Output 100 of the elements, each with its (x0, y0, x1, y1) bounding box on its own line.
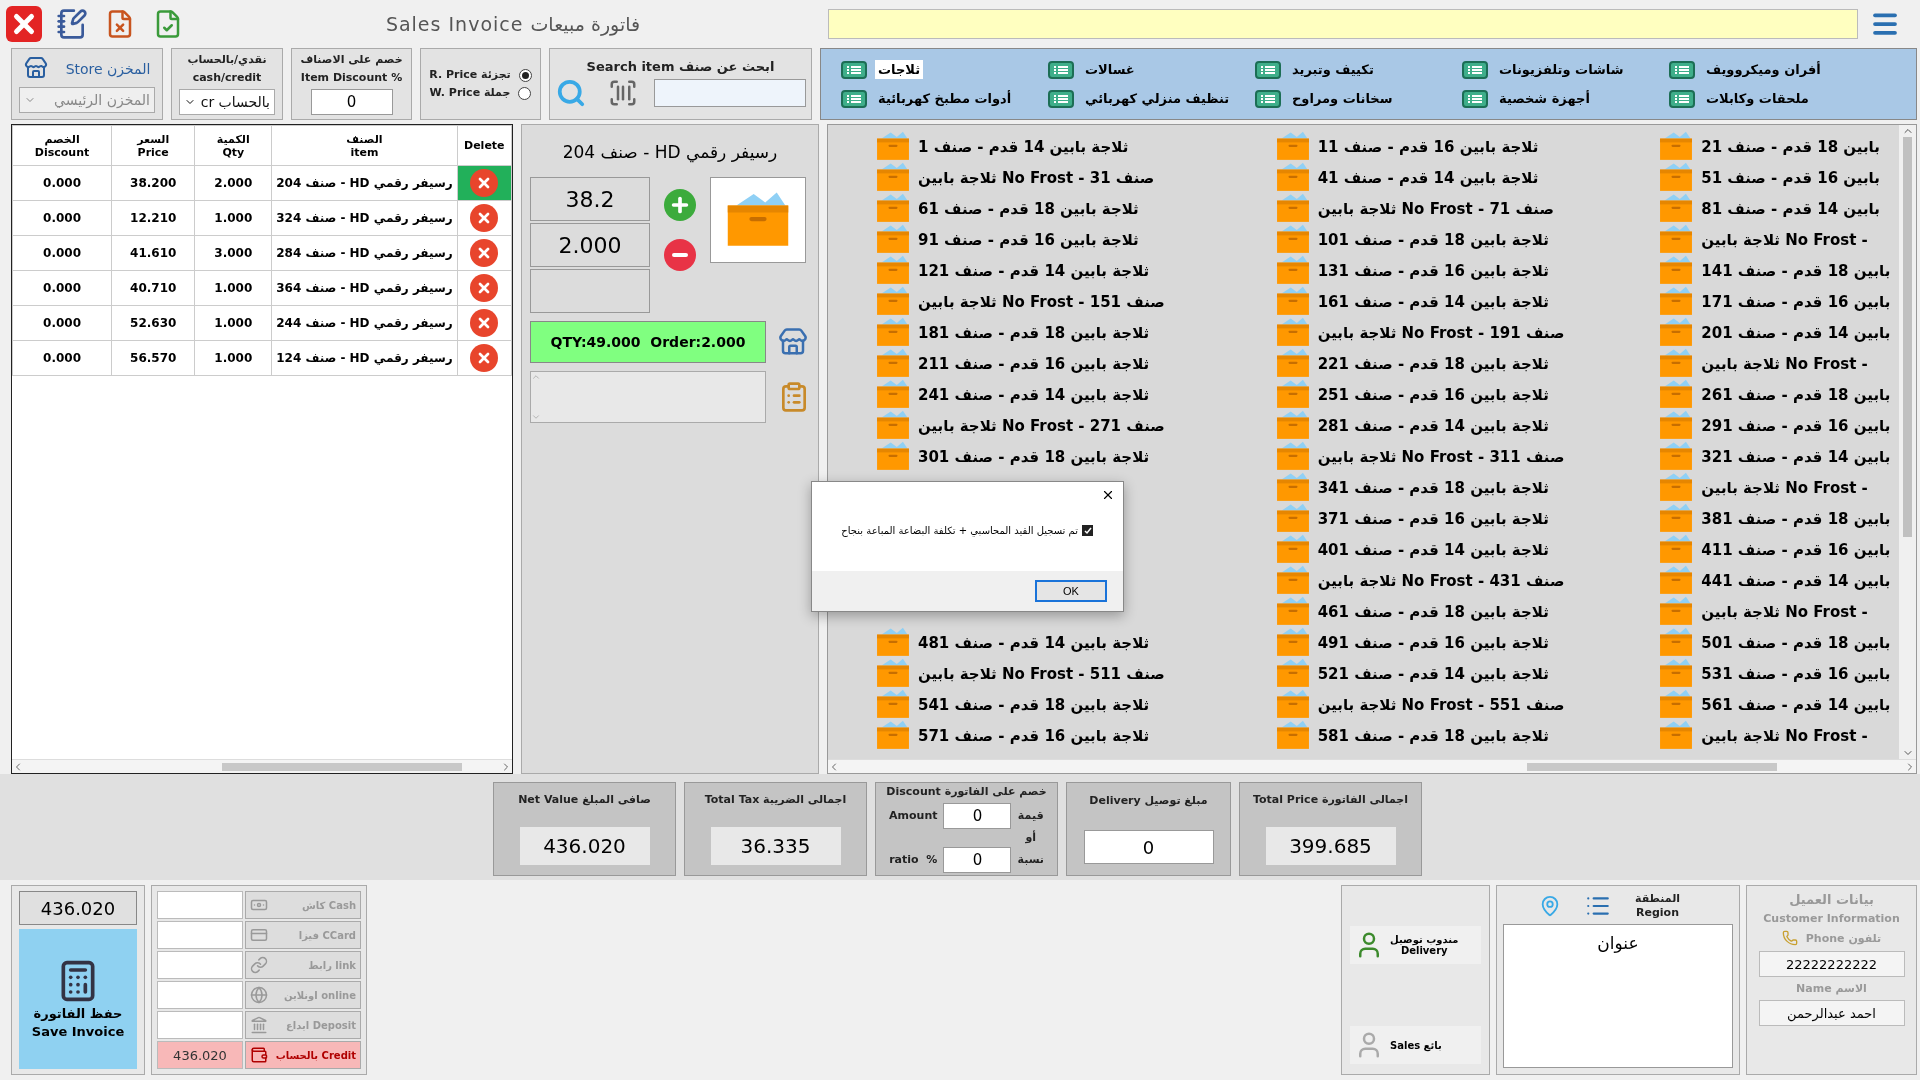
product-item[interactable]: ثلاجة بابين 18 قدم - صنف 541 (918, 695, 1150, 714)
product-item[interactable]: - No Frost ثلاجة بابين (1701, 726, 1868, 745)
item-discount-field[interactable]: 0 (310, 89, 393, 115)
scrollbar[interactable] (12, 759, 512, 773)
product-item[interactable]: ثلاجة بابين 14 قدم - صنف 161 (1317, 292, 1549, 311)
payment-field[interactable] (157, 891, 243, 919)
scrollbar[interactable] (828, 759, 1916, 773)
product-item[interactable]: صنف No Frost - 151 ثلاجة بابين (918, 292, 1165, 311)
radio-button[interactable] (518, 86, 532, 100)
product-item[interactable]: ثلاجة بابين 18 قدم - صنف 341 (1317, 478, 1549, 497)
product-item[interactable]: ثلاجة بابين 18 قدم - صنف 181 (918, 323, 1150, 342)
product-item[interactable]: ثلاجة بابين 14 قدم - صنف 281 (1317, 416, 1549, 435)
product-item[interactable]: صنف No Frost - 311 ثلاجة بابين (1317, 447, 1565, 466)
notebook-icon[interactable] (54, 6, 90, 42)
product-item[interactable]: ثلاجة بابين 18 قدم - صنف 101 (1317, 230, 1549, 249)
product-item[interactable]: بابين 16 قدم - صنف 171 (1701, 292, 1891, 311)
product-item[interactable]: ثلاجة بابين 18 قدم - صنف 221 (1317, 354, 1549, 373)
payment-field[interactable] (157, 1011, 243, 1039)
product-item[interactable]: بابين 18 قدم - صنف 381 (1701, 509, 1891, 528)
product-item[interactable]: - No Frost ثلاجة بابين (1701, 478, 1868, 497)
close-icon[interactable] (1101, 488, 1115, 502)
search-field[interactable] (653, 79, 806, 107)
ratio-field[interactable]: 0 (943, 847, 1012, 873)
product-item[interactable]: بابين 18 قدم - صنف 21 (1701, 137, 1880, 156)
product-item[interactable]: - No Frost ثلاجة بابين (1701, 354, 1868, 373)
payment-field[interactable] (157, 951, 243, 979)
minus-button[interactable] (664, 239, 696, 271)
category-tab[interactable]: شاشات وتلفزيونات (1462, 60, 1627, 79)
radio-button[interactable] (518, 68, 532, 82)
product-item[interactable]: ثلاجة بابين 14 قدم - صنف 41 (1317, 168, 1539, 187)
product-item[interactable]: بابين 14 قدم - صنف 441 (1701, 571, 1891, 590)
product-item[interactable]: ثلاجة بابين 16 قدم - صنف 491 (1317, 633, 1549, 652)
location-icon[interactable] (1539, 895, 1561, 917)
category-tab[interactable]: ملحقات وكابلات (1669, 89, 1812, 108)
category-tab[interactable]: تكييف وتبريد (1255, 60, 1377, 79)
product-item[interactable]: ثلاجة بابين 14 قدم - صنف 1 (918, 137, 1129, 156)
product-item[interactable]: ثلاجة بابين 16 قدم - صنف 91 (918, 230, 1139, 249)
input-field[interactable] (828, 9, 1858, 39)
product-item[interactable]: بابين 14 قدم - صنف 81 (1701, 199, 1880, 218)
product-item[interactable]: ثلاجة بابين 14 قدم - صنف 521 (1317, 664, 1549, 683)
category-tab[interactable]: أفران وميكروويف (1669, 60, 1824, 79)
search-icon[interactable] (555, 78, 586, 108)
checkbox[interactable] (1082, 525, 1093, 536)
product-item[interactable]: صنف No Frost - 31 ثلاجة بابين (918, 168, 1155, 187)
product-item[interactable]: بابين 18 قدم - صنف 501 (1701, 633, 1891, 652)
product-item[interactable]: صنف No Frost - 551 ثلاجة بابين (1317, 695, 1565, 714)
category-tab[interactable]: تنظيف منزلي كهربائي (1048, 89, 1233, 108)
product-item[interactable]: ثلاجة بابين 16 قدم - صنف 571 (918, 726, 1150, 745)
delete-button[interactable] (470, 239, 499, 267)
payment-field[interactable] (157, 921, 243, 949)
payment-type-select[interactable]: cr بالحساب (179, 89, 275, 115)
address-field[interactable]: عنوان (1503, 924, 1733, 1068)
product-item[interactable]: ثلاجة بابين 18 قدم - صنف 461 (1317, 602, 1549, 621)
product-item[interactable]: بابين 16 قدم - صنف 531 (1701, 664, 1891, 683)
product-item[interactable]: صنف No Frost - 511 ثلاجة بابين (918, 664, 1165, 683)
category-tab[interactable]: غسالات (1048, 60, 1138, 79)
product-item[interactable]: بابين 16 قدم - صنف 411 (1701, 540, 1891, 559)
product-item[interactable]: ثلاجة بابين 18 قدم - صنف 301 (918, 447, 1150, 466)
product-item[interactable]: ثلاجة بابين 16 قدم - صنف 371 (1317, 509, 1549, 528)
empty-field[interactable] (530, 269, 650, 313)
product-item[interactable]: ثلاجة بابين 14 قدم - صنف 401 (1317, 540, 1549, 559)
delete-button[interactable] (470, 309, 499, 337)
product-item[interactable]: صنف No Frost - 71 ثلاجة بابين (1317, 199, 1554, 218)
delete-button[interactable] (470, 169, 499, 197)
product-item[interactable]: بابين 18 قدم - صنف 141 (1701, 261, 1891, 280)
delete-button[interactable] (470, 204, 499, 232)
product-item[interactable]: ثلاجة بابين 16 قدم - صنف 211 (918, 354, 1150, 373)
product-item[interactable]: - No Frost ثلاجة بابين (1701, 602, 1868, 621)
sales-person-button[interactable]: Sales بائع (1350, 1026, 1481, 1064)
product-item[interactable]: بابين 16 قدم - صنف 51 (1701, 168, 1880, 187)
category-tab[interactable]: أدوات مطبخ كهربائية (841, 89, 1015, 108)
product-item[interactable]: بابين 14 قدم - صنف 321 (1701, 447, 1891, 466)
product-item[interactable]: بابين 16 قدم - صنف 291 (1701, 416, 1891, 435)
category-tab[interactable]: سخانات ومراوح (1255, 89, 1396, 108)
ok-button[interactable]: OK (1035, 580, 1107, 602)
product-item[interactable]: ثلاجة بابين 18 قدم - صنف 581 (1317, 726, 1549, 745)
plus-button[interactable] (664, 189, 696, 221)
product-item[interactable]: ثلاجة بابين 14 قدم - صنف 241 (918, 385, 1150, 404)
delivery-field[interactable]: 0 (1083, 830, 1214, 864)
phone-field[interactable]: 22222222222 (1758, 951, 1905, 977)
product-item[interactable]: ثلاجة بابين 18 قدم - صنف 61 (918, 199, 1139, 218)
delete-button[interactable] (470, 344, 499, 372)
payment-field[interactable] (157, 981, 243, 1009)
product-item[interactable]: بابين 14 قدم - صنف 201 (1701, 323, 1891, 342)
amount-field[interactable]: 0 (943, 803, 1012, 829)
product-item[interactable]: صنف No Frost - 271 ثلاجة بابين (918, 416, 1165, 435)
product-item[interactable]: بابين 14 قدم - صنف 561 (1701, 695, 1891, 714)
product-item[interactable]: ثلاجة بابين 16 قدم - صنف 251 (1317, 385, 1549, 404)
delete-button[interactable] (470, 274, 499, 302)
product-item[interactable]: صنف No Frost - 191 ثلاجة بابين (1317, 323, 1565, 342)
product-item[interactable]: ثلاجة بابين 16 قدم - صنف 11 (1317, 137, 1539, 156)
product-item[interactable]: صنف No Frost - 431 ثلاجة بابين (1317, 571, 1565, 590)
payment-field[interactable]: 436.020 (157, 1041, 243, 1069)
product-item[interactable]: ثلاجة بابين 14 قدم - صنف 481 (918, 633, 1150, 652)
product-item[interactable]: - No Frost ثلاجة بابين (1701, 230, 1868, 249)
product-item[interactable]: ثلاجة بابين 16 قدم - صنف 131 (1317, 261, 1549, 280)
category-tab[interactable]: أجهزة شخصية (1462, 89, 1593, 108)
product-item[interactable]: بابين 18 قدم - صنف 261 (1701, 385, 1891, 404)
payment-button[interactable]: بالحساب Credit (245, 1041, 361, 1069)
shop-icon[interactable] (778, 327, 808, 357)
